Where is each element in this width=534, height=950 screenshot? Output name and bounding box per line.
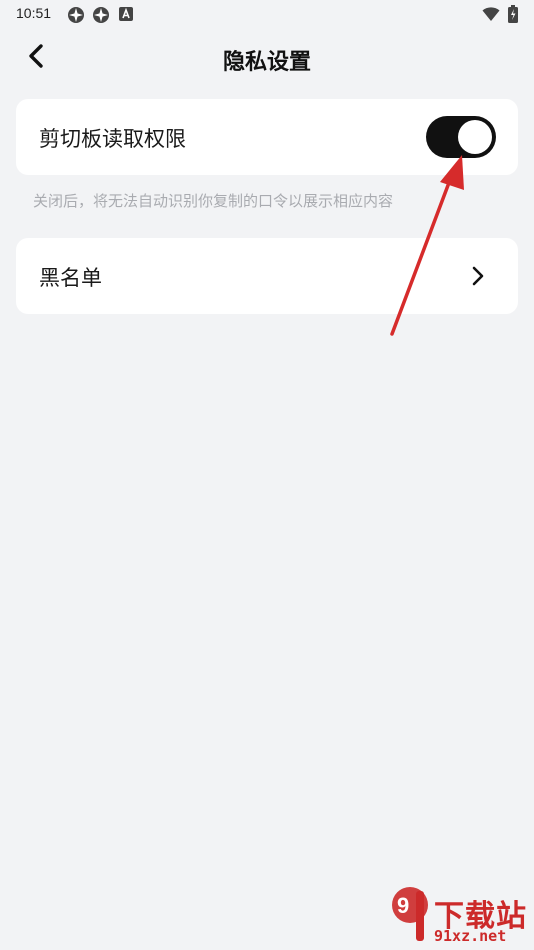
blacklist-label: 黑名单	[39, 266, 102, 290]
clipboard-permission-hint: 关闭后，将无法自动识别你复制的口令以展示相应内容	[33, 192, 394, 210]
status-bar: 10:51	[0, 0, 534, 28]
annotation-arrow	[380, 150, 480, 344]
header: 隐私设置	[0, 30, 534, 86]
app-notification-icon	[67, 6, 85, 28]
a-notification-icon	[118, 6, 134, 26]
svg-text:9: 9	[397, 893, 409, 918]
app-notification-icon	[92, 6, 110, 28]
privacy-settings-screen: 10:51 隐私设置 剪切板读取权限 关闭后，将无法自动识别你复制的口令以展示相…	[0, 0, 534, 950]
toggle-knob	[458, 120, 492, 154]
wifi-icon	[482, 6, 500, 26]
battery-charging-icon	[508, 5, 518, 27]
status-time: 10:51	[16, 5, 52, 21]
page-title: 隐私设置	[222, 50, 311, 75]
watermark: 9 下载站 91xz.net	[388, 883, 534, 950]
watermark-logo: 9	[388, 883, 436, 950]
watermark-url: 91xz.net	[434, 927, 507, 945]
clipboard-permission-label: 剪切板读取权限	[39, 127, 186, 151]
